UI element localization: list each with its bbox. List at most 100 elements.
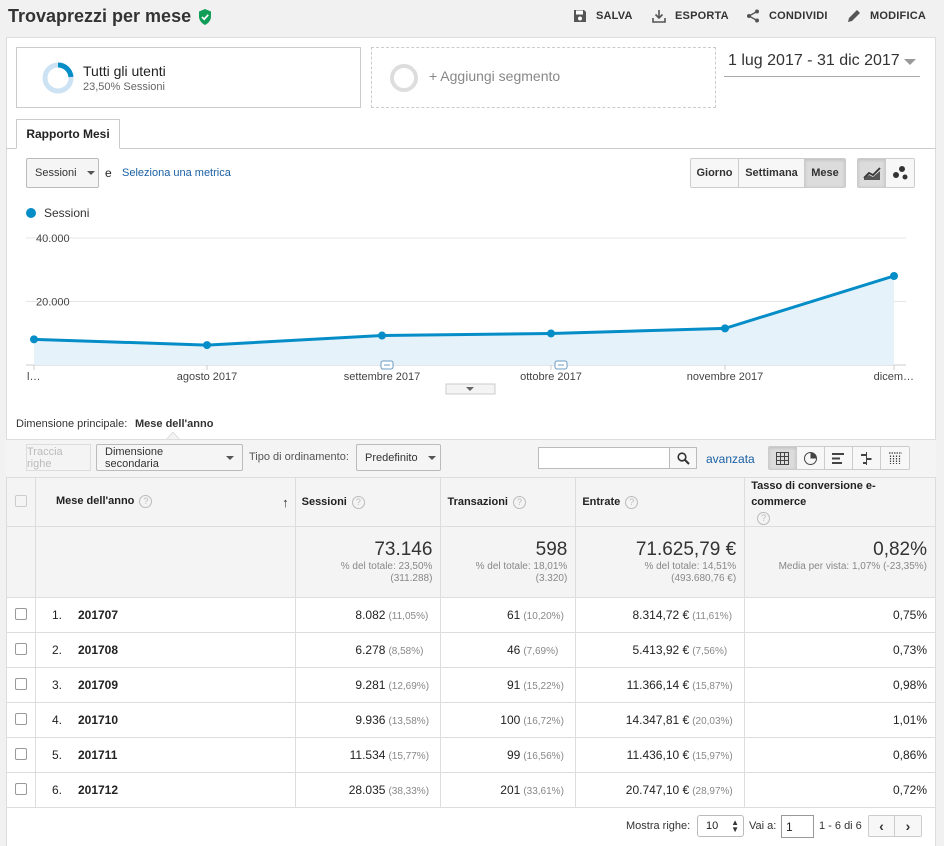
transactions-cell: 100 (16,72%)	[440, 702, 577, 738]
revenue-value: 8.314,72 €	[632, 608, 690, 622]
x-tick-label: settembre 2017	[344, 371, 420, 383]
x-tick-label: ottobre 2017	[520, 371, 582, 383]
column-header-sessions[interactable]: Sessioni?	[294, 477, 442, 527]
table-row: 1. 201707 8.082 (11,05%) 61 (10,20%) 8.314,…	[6, 597, 936, 633]
annotation-marker[interactable]	[380, 360, 394, 370]
row-checkbox[interactable]	[14, 782, 27, 795]
data-point	[378, 331, 386, 340]
sort-type-select[interactable]: Predefinito	[356, 444, 441, 471]
comparison-view-button[interactable]	[853, 447, 881, 469]
row-checkbox[interactable]	[14, 607, 27, 620]
month-cell: 2. 201708	[34, 632, 296, 668]
select-all-cell	[6, 477, 36, 527]
sessions-cell: 11.534 (15,77%)	[294, 737, 442, 773]
data-table: Mese dell'anno? ↑ Sessioni? Transazioni?…	[6, 477, 936, 808]
month-link[interactable]: 201710	[78, 713, 118, 727]
month-link[interactable]: 201708	[78, 643, 118, 657]
transactions-cell: 46 (7,69%)	[440, 632, 577, 668]
month-link[interactable]: 201712	[78, 783, 118, 797]
secondary-dimension-select[interactable]: Dimensione secondaria	[96, 444, 243, 471]
totals-sessions-cell: 73.146 % del totale: 23,50% (311.288)	[294, 526, 442, 598]
totals-row: 73.146 % del totale: 23,50% (311.288) 59…	[6, 526, 936, 598]
annotations-expand-handle[interactable]	[445, 383, 496, 395]
pagination-controls: ‹ ›	[868, 815, 922, 837]
totals-conversion-cell: 0,82% Media per vista: 1,07% (-23,35%)	[744, 526, 936, 598]
transactions-value: 201	[500, 783, 521, 797]
show-rows-select[interactable]: 10 ▲ ▼	[697, 815, 744, 837]
month-link[interactable]: 201709	[78, 678, 118, 692]
sort-type-label: Tipo di ordinamento:	[249, 451, 349, 463]
transactions-value: 61	[506, 608, 521, 622]
table-row: 5. 201711 11.534 (15,77%) 99 (16,56%) 11.43…	[6, 737, 936, 773]
column-header-revenue[interactable]: Entrate?	[575, 477, 746, 527]
prev-page-button[interactable]: ‹	[869, 816, 895, 836]
data-table-wrapper: Mese dell'anno? ↑ Sessioni? Transazioni?…	[6, 477, 936, 808]
month-cell: 3. 201709	[34, 667, 296, 703]
table-row: 6. 201712 28.035 (38,33%) 201 (33,61%) 20.7…	[6, 772, 936, 808]
sessions-cell: 6.278 (8,58%)	[294, 632, 442, 668]
column-header-conversion[interactable]: Tasso di conversione e-commerce?	[744, 477, 936, 527]
sessions-pct: (12,69%)	[388, 681, 430, 692]
row-checkbox[interactable]	[14, 712, 27, 725]
row-checkbox[interactable]	[14, 747, 27, 760]
select-all-checkbox[interactable]	[14, 494, 27, 507]
row-index: 3.	[51, 678, 62, 692]
month-link[interactable]: 201707	[78, 608, 118, 622]
performance-view-button[interactable]	[825, 447, 853, 469]
conversion-cell: 0,73%	[744, 632, 936, 668]
sort-arrow-up-icon[interactable]: ↑	[282, 495, 289, 510]
revenue-value: 11.366,14 €	[626, 678, 690, 692]
table-row: 4. 201710 9.936 (13,58%) 100 (16,72%) 14.34…	[6, 702, 936, 738]
column-header-month[interactable]: Mese dell'anno? ↑	[34, 477, 296, 527]
transactions-cell: 91 (15,22%)	[440, 667, 577, 703]
sessions-pct: (15,77%)	[388, 751, 430, 762]
pivot-icon	[888, 451, 902, 464]
table-view-toggle	[768, 446, 910, 470]
help-icon[interactable]: ?	[139, 494, 153, 508]
help-icon[interactable]: ?	[757, 512, 771, 525]
totals-transactions-cell: 598 % del totale: 18,01% (3.320)	[440, 526, 577, 598]
tab-report-months[interactable]: Rapporto Mesi	[16, 119, 120, 149]
conversion-cell: 1,01%	[744, 702, 936, 738]
pie-chart-icon	[804, 451, 817, 465]
row-checkbox[interactable]	[14, 677, 27, 690]
table-row: 3. 201709 9.281 (12,69%) 91 (15,22%) 11.366…	[6, 667, 936, 703]
data-point	[203, 341, 211, 350]
chevron-left-icon: ‹	[879, 818, 884, 834]
sessions-value: 11.534	[349, 748, 386, 762]
help-icon[interactable]: ?	[351, 495, 365, 509]
conversion-value: 1,01%	[892, 713, 927, 727]
month-cell: 4. 201710	[34, 702, 296, 738]
primary-dimension-label: Dimensione principale:	[16, 418, 128, 430]
revenue-pct: (11,61%)	[692, 611, 733, 622]
data-point	[547, 329, 555, 338]
column-header-transactions[interactable]: Transazioni?	[440, 477, 577, 527]
table-header-row: Mese dell'anno? ↑ Sessioni? Transazioni?…	[6, 477, 936, 527]
transactions-pct: (33,61%)	[523, 786, 564, 797]
chevron-down-icon	[427, 455, 436, 460]
pivot-view-button[interactable]	[881, 447, 909, 469]
table-row: 2. 201708 6.278 (8,58%) 46 (7,69%) 5.413,92…	[6, 632, 936, 668]
totals-revenue-cell: 71.625,79 € % del totale: 14,51% (493.68…	[575, 526, 746, 598]
primary-dimension-value[interactable]: Mese dell'anno	[135, 418, 213, 430]
annotation-marker[interactable]	[554, 360, 568, 370]
row-checkbox[interactable]	[14, 642, 27, 655]
table-view-button[interactable]	[769, 447, 797, 469]
plot-rows-button[interactable]: Traccia righe	[26, 444, 91, 471]
next-page-button[interactable]: ›	[895, 816, 921, 836]
help-icon[interactable]: ?	[625, 495, 639, 509]
month-link[interactable]: 201711	[78, 748, 117, 762]
search-button[interactable]	[669, 447, 697, 469]
revenue-pct: (28,97%)	[692, 786, 733, 797]
row-index: 6.	[51, 783, 62, 797]
conversion-cell: 0,98%	[744, 667, 936, 703]
help-icon[interactable]: ?	[512, 495, 526, 509]
pie-view-button[interactable]	[797, 447, 825, 469]
table-search-input[interactable]	[538, 447, 670, 469]
advanced-link[interactable]: avanzata	[706, 452, 755, 466]
revenue-cell: 11.366,14 € (15,87%)	[575, 667, 746, 703]
data-point	[890, 271, 898, 280]
chevron-right-icon: ›	[905, 818, 911, 834]
comparison-icon	[861, 451, 872, 465]
goto-page-input[interactable]: 1	[781, 815, 814, 838]
